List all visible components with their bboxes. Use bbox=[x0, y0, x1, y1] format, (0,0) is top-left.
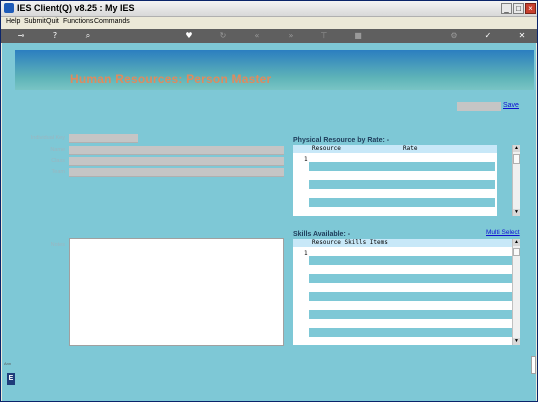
notes-label: Notes bbox=[50, 242, 65, 248]
list-item[interactable] bbox=[309, 265, 512, 274]
table-row[interactable] bbox=[309, 162, 495, 171]
title-bar: IES Client(Q) v8.25 : My IES _ □ × bbox=[1, 1, 537, 17]
physical-resource-header: Resource Rate bbox=[293, 145, 497, 153]
list-item[interactable] bbox=[309, 256, 512, 265]
page-banner: Human Resources: Person Master bbox=[15, 50, 534, 90]
refresh-icon[interactable]: ↻ bbox=[218, 31, 228, 41]
list-item[interactable] bbox=[309, 319, 512, 328]
side-tab[interactable]: E bbox=[7, 373, 15, 385]
skills-header: Resource Skills Items bbox=[293, 239, 512, 247]
team-field[interactable] bbox=[69, 168, 284, 177]
scroll-up-icon[interactable]: ▲ bbox=[513, 239, 520, 246]
menu-functions[interactable]: Functions bbox=[63, 18, 93, 25]
column-header-skills: Resource Skills Items bbox=[312, 239, 388, 246]
table-row[interactable] bbox=[309, 180, 495, 189]
prev-icon[interactable]: « bbox=[252, 31, 262, 41]
row-number: 1 bbox=[304, 250, 308, 257]
side-caption: Ann bbox=[4, 361, 12, 366]
page-scrollbar[interactable] bbox=[531, 356, 536, 374]
notes-textarea[interactable] bbox=[69, 238, 284, 346]
table-row[interactable] bbox=[309, 207, 495, 216]
scroll-down-icon[interactable]: ▼ bbox=[513, 209, 520, 216]
table-row[interactable] bbox=[309, 171, 495, 180]
stop-icon[interactable]: ■ bbox=[353, 31, 363, 41]
next-icon[interactable]: » bbox=[286, 31, 296, 41]
individual-key-field[interactable] bbox=[69, 134, 138, 143]
menu-quit[interactable]: Quit bbox=[46, 18, 59, 25]
menu-submit[interactable]: Submit bbox=[24, 18, 46, 25]
save-status-box bbox=[457, 102, 501, 111]
scroll-down-icon[interactable]: ▼ bbox=[513, 338, 520, 345]
app-window: IES Client(Q) v8.25 : My IES _ □ × Help … bbox=[0, 0, 538, 402]
close-icon[interactable]: ✕ bbox=[517, 31, 527, 41]
toolbar: ⊸ ? ⌕ ♥ ↻ « » ⊤ ■ ⚙ ✓ ✕ bbox=[1, 29, 537, 43]
name-field[interactable] bbox=[69, 146, 284, 155]
list-item[interactable] bbox=[309, 292, 512, 301]
class-label: Class bbox=[51, 158, 65, 164]
list-item[interactable] bbox=[309, 328, 512, 337]
skills-title: Skills Available: - bbox=[293, 231, 351, 238]
menu-help[interactable]: Help bbox=[6, 18, 20, 25]
pin-icon[interactable]: ⊤ bbox=[319, 31, 329, 41]
maximize-button[interactable]: □ bbox=[513, 3, 524, 14]
list-item[interactable] bbox=[309, 301, 512, 310]
physical-resource-title: Physical Resource by Rate: - bbox=[293, 137, 390, 144]
team-label: Team bbox=[51, 169, 65, 175]
list-item[interactable] bbox=[309, 247, 512, 256]
scroll-thumb[interactable] bbox=[513, 154, 520, 164]
multi-select-button[interactable]: Multi Select bbox=[486, 229, 520, 236]
column-header-resource: Resource bbox=[312, 145, 341, 152]
list-item[interactable] bbox=[309, 283, 512, 292]
row-number: 1 bbox=[304, 156, 308, 163]
class-field[interactable] bbox=[69, 157, 284, 166]
key-icon[interactable]: ⊸ bbox=[13, 31, 29, 41]
table-row[interactable] bbox=[309, 198, 495, 207]
main-content: Human Resources: Person Master Save Indi… bbox=[2, 43, 536, 401]
table-row[interactable] bbox=[309, 153, 495, 162]
app-icon bbox=[4, 3, 14, 13]
heart-icon[interactable]: ♥ bbox=[184, 31, 194, 41]
save-button[interactable]: Save bbox=[503, 102, 519, 109]
physical-resource-grid: Resource Rate 1 bbox=[293, 145, 497, 216]
physical-resource-scrollbar[interactable]: ▲ ▼ bbox=[512, 145, 520, 216]
help-icon[interactable]: ? bbox=[50, 31, 60, 41]
menu-bar: Help Submit Quit Functions Commands bbox=[1, 17, 537, 29]
search-icon[interactable]: ⌕ bbox=[83, 31, 93, 41]
settings-icon[interactable]: ⚙ bbox=[449, 31, 459, 41]
check-icon[interactable]: ✓ bbox=[483, 31, 493, 41]
column-header-rate: Rate bbox=[403, 145, 418, 152]
minimize-button[interactable]: _ bbox=[501, 3, 512, 14]
close-window-button[interactable]: × bbox=[525, 3, 536, 14]
name-label: Name bbox=[50, 147, 65, 153]
skills-grid: Resource Skills Items 1 bbox=[293, 239, 512, 345]
scroll-thumb[interactable] bbox=[513, 248, 520, 256]
skills-scrollbar[interactable]: ▲ ▼ bbox=[512, 239, 520, 345]
individual-key-label: Individual Key bbox=[30, 135, 65, 141]
list-item[interactable] bbox=[309, 274, 512, 283]
scroll-up-icon[interactable]: ▲ bbox=[513, 145, 520, 152]
menu-commands[interactable]: Commands bbox=[94, 18, 130, 25]
page-title: Human Resources: Person Master bbox=[70, 72, 272, 86]
table-row[interactable] bbox=[309, 189, 495, 198]
window-title: IES Client(Q) v8.25 : My IES bbox=[17, 3, 135, 13]
list-item[interactable] bbox=[309, 310, 512, 319]
